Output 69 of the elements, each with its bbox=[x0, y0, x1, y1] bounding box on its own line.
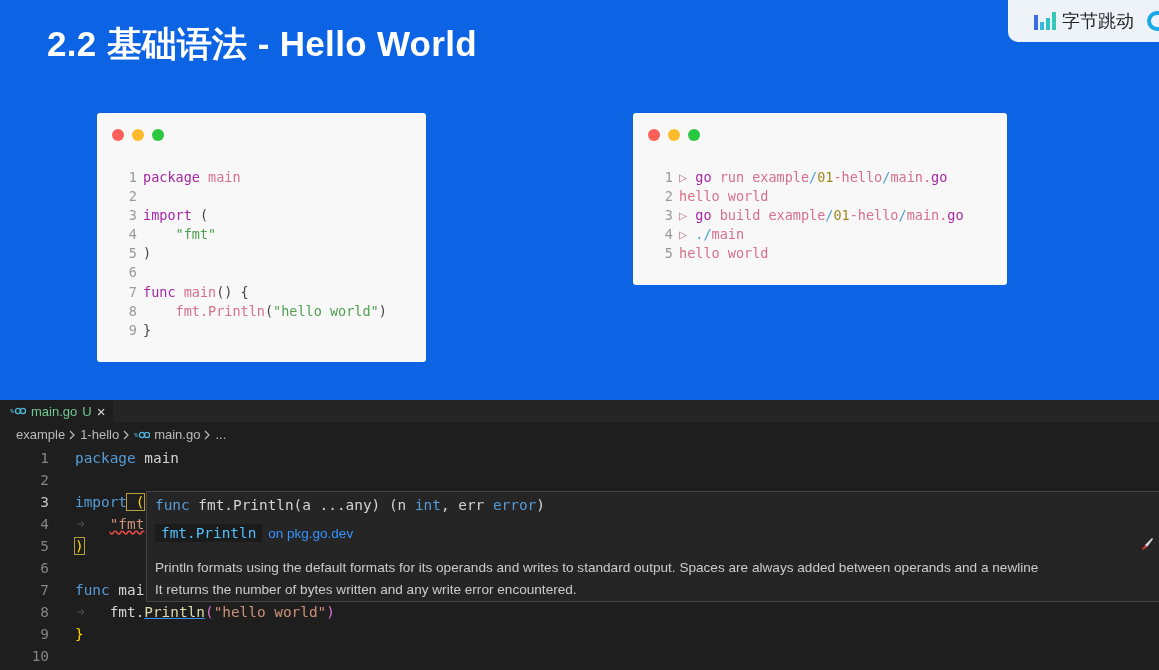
code-line: package main bbox=[143, 168, 241, 187]
code-line: } bbox=[75, 626, 84, 642]
line-number: 3 bbox=[39, 494, 49, 510]
line-number: 10 bbox=[30, 648, 49, 664]
code-line: import ( bbox=[143, 206, 209, 226]
code-line: ▷ go build example/01-hello/main.go bbox=[679, 206, 964, 226]
zoom-dot-icon bbox=[688, 129, 700, 141]
line-number: 4 bbox=[39, 516, 49, 532]
code-line: hello world bbox=[679, 187, 769, 207]
line-number: 6 bbox=[39, 560, 49, 576]
chevron-right-icon bbox=[123, 429, 131, 440]
symbol-name: fmt.Println bbox=[155, 524, 263, 542]
line-number: 1 bbox=[663, 168, 674, 187]
line-number: 3 bbox=[663, 206, 674, 226]
line-number: 7 bbox=[127, 282, 138, 302]
doc-text: Println formats using the default formats for its operands and writes to standard output. Spaces are always added between operands and a newline bbox=[155, 559, 1040, 577]
code-line: ▷ go run example/01-hello/main.go bbox=[679, 168, 948, 187]
code-line: fmt.Println("hello world") bbox=[174, 301, 387, 321]
line-number: 7 bbox=[39, 582, 49, 598]
line-number: 6 bbox=[127, 263, 138, 283]
docs-link[interactable]: on pkg.go.dev bbox=[268, 525, 354, 541]
chevron-right-icon bbox=[204, 429, 212, 440]
code-line: ) bbox=[143, 244, 152, 264]
breadcrumb-item[interactable]: ... bbox=[215, 427, 227, 442]
code-line: import ( bbox=[75, 494, 145, 510]
line-number: 8 bbox=[39, 604, 49, 620]
circle-logo-icon bbox=[1147, 11, 1159, 31]
code-line: package main bbox=[75, 450, 179, 466]
line-number: 4 bbox=[127, 225, 138, 245]
line-number: 9 bbox=[127, 320, 138, 340]
editor-tab[interactable]: main.go U × bbox=[0, 400, 114, 422]
breadcrumb-item[interactable]: main.go bbox=[154, 427, 201, 442]
code-line: "fmt bbox=[109, 516, 145, 532]
code-line: ▷ ./main bbox=[679, 225, 745, 245]
line-number: 5 bbox=[663, 244, 674, 264]
code-line: } bbox=[143, 320, 152, 340]
line-number: 2 bbox=[663, 187, 674, 207]
close-dot-icon bbox=[112, 129, 124, 141]
line-number: 2 bbox=[127, 187, 138, 207]
chevron-right-icon bbox=[69, 429, 77, 440]
bar-chart-logo-icon bbox=[1034, 12, 1056, 30]
breadcrumb-item[interactable]: example bbox=[16, 427, 66, 442]
go-file-icon bbox=[134, 430, 151, 439]
code-line: ) bbox=[75, 538, 84, 554]
function-signature: func fmt.Println(a ...any) (n int, err error) bbox=[155, 497, 546, 515]
code-line: fmt.Println("hello world") bbox=[109, 604, 335, 620]
code-line: hello world bbox=[679, 244, 769, 264]
code-line: func mai bbox=[75, 582, 145, 598]
line-number: 1 bbox=[127, 168, 138, 187]
logo-text: 字节跳动 bbox=[1062, 9, 1134, 33]
line-number: 1 bbox=[39, 450, 49, 466]
line-number: 9 bbox=[39, 626, 49, 642]
go-file-icon bbox=[10, 407, 26, 415]
line-number: 5 bbox=[39, 538, 49, 554]
line-number: 8 bbox=[127, 301, 138, 321]
slide-title: 2.2 基础语法 - Hello World bbox=[47, 23, 477, 65]
code-line: "fmt" bbox=[174, 225, 217, 245]
minimize-dot-icon bbox=[668, 129, 680, 141]
line-number: 5 bbox=[127, 244, 138, 264]
code-line: func main() { bbox=[143, 282, 249, 302]
pencil-icon bbox=[1142, 538, 1154, 550]
doc-text: It returns the number of bytes written and any write error encountered. bbox=[155, 581, 578, 599]
line-number: 4 bbox=[663, 225, 674, 245]
line-number: 2 bbox=[39, 472, 49, 488]
minimize-dot-icon bbox=[132, 129, 144, 141]
close-dot-icon bbox=[648, 129, 660, 141]
breadcrumb-item[interactable]: 1-hello bbox=[80, 427, 120, 442]
line-number: 3 bbox=[127, 206, 138, 226]
zoom-dot-icon bbox=[152, 129, 164, 141]
